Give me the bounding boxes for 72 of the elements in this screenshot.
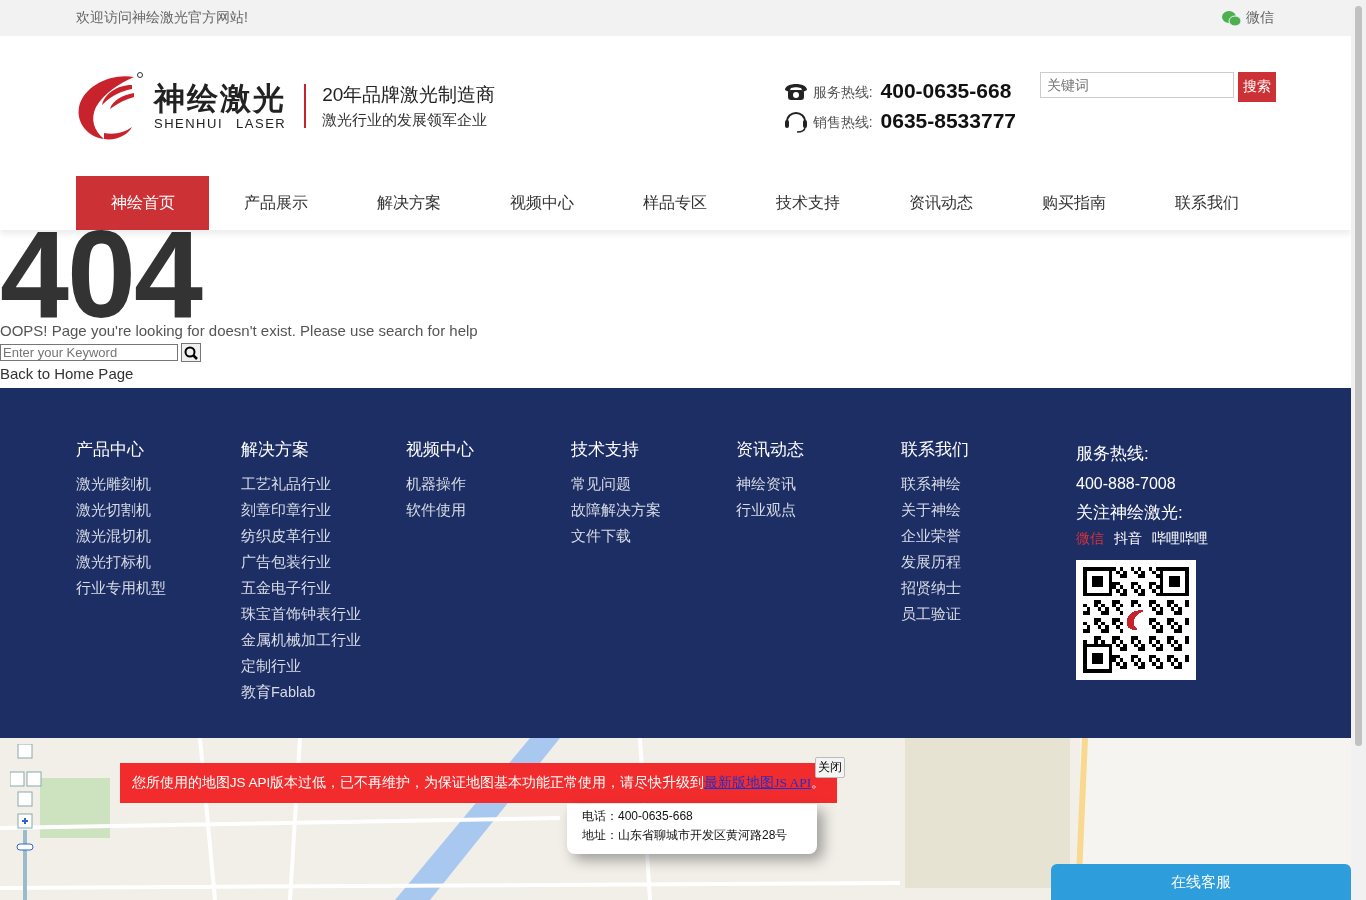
footer-link[interactable]: 招贤纳士: [901, 575, 961, 601]
close-button[interactable]: 关闭: [815, 757, 845, 778]
nav-tab[interactable]: 神绘首页: [76, 176, 209, 230]
footer-heading: 联系我们: [901, 439, 969, 461]
slogan-text: 20年品牌激光制造商: [322, 83, 496, 107]
nav-tab[interactable]: 技术支持: [741, 176, 874, 230]
footer-heading: 产品中心: [76, 439, 144, 461]
nav-tab[interactable]: 联系我们: [1140, 176, 1273, 230]
footer-link[interactable]: 发展历程: [901, 549, 961, 575]
keyword-field[interactable]: 关键词: [1040, 72, 1234, 98]
footer-link[interactable]: 行业观点: [736, 497, 796, 523]
footer-link[interactable]: 文件下载: [571, 523, 631, 549]
hotline-label: 服务热线:: [812, 84, 873, 102]
hotline-number: 0635-8533777: [880, 109, 1016, 133]
footer-link[interactable]: 五金电子行业: [241, 575, 331, 601]
zoom-control-icon[interactable]: [10, 744, 44, 900]
brand-name: 神绘激光: [154, 81, 287, 116]
footer-link[interactable]: 行业专用机型: [76, 575, 166, 601]
footer-heading: 解决方案: [241, 439, 309, 461]
footer-heading: 视频中心: [406, 439, 474, 461]
footer-link[interactable]: 激光雕刻机: [76, 471, 151, 497]
nav-tab[interactable]: 视频中心: [475, 176, 608, 230]
footer-link[interactable]: 神绘资讯: [736, 471, 796, 497]
hotline-number: 400-0635-668: [880, 79, 1012, 103]
error-message: OOPS! Page you're looking for doesn't exist. Please use search for help: [0, 322, 478, 339]
footer-link[interactable]: 机器操作: [406, 471, 466, 497]
info-phone: 电话：400-0635-668: [582, 808, 694, 825]
follow-heading: 关注神绘激光:: [1076, 502, 1183, 524]
wechat-link[interactable]: 微信: [1222, 9, 1274, 27]
footer-link[interactable]: 激光混切机: [76, 523, 151, 549]
keyword-field[interactable]: Enter your Keyword: [0, 344, 178, 361]
logo-icon: [76, 71, 144, 141]
footer-link[interactable]: 关于神绘: [901, 497, 961, 523]
footer-heading: 技术支持: [571, 439, 639, 461]
nav-tab[interactable]: 产品展示: [209, 176, 342, 230]
footer-link[interactable]: 工艺礼品行业: [241, 471, 331, 497]
footer-link[interactable]: 珠宝首饰钟表行业: [241, 601, 361, 627]
footer-link[interactable]: 联系神绘: [901, 471, 961, 497]
error-code: 404: [0, 230, 201, 318]
nav-tab[interactable]: 样品专区: [608, 176, 741, 230]
footer-link[interactable]: 软件使用: [406, 497, 466, 523]
brand-name-english: SHENHUI LASER: [154, 115, 287, 131]
wechat-icon: [1222, 9, 1242, 27]
footer-link[interactable]: 教育Fablab: [241, 679, 316, 705]
home-link[interactable]: Back to Home Page: [0, 365, 134, 382]
footer-link[interactable]: 员工验证: [901, 601, 961, 627]
search-button[interactable]: [181, 343, 201, 362]
footer-link[interactable]: 常见问题: [571, 471, 631, 497]
footer-link[interactable]: 激光切割机: [76, 497, 151, 523]
scrollbar-thumb[interactable]: [1355, 6, 1362, 746]
hotline-number: 400-888-7008: [1076, 475, 1176, 493]
info-address: 地址：山东省聊城市开发区黄河路28号: [582, 827, 789, 844]
nav-tab[interactable]: 资讯动态: [874, 176, 1007, 230]
hotline-label: 销售热线:: [812, 114, 873, 132]
social-tab[interactable]: 哔哩哔哩: [1152, 530, 1208, 548]
welcome-text: 欢迎访问神绘激光官方网站!: [76, 9, 248, 27]
footer-heading: 资讯动态: [736, 439, 804, 461]
footer-link[interactable]: 金属机械加工行业: [241, 627, 361, 653]
footer-link[interactable]: 激光打标机: [76, 549, 151, 575]
footer-link[interactable]: 广告包装行业: [241, 549, 331, 575]
search-icon: [184, 345, 198, 360]
hotline-heading: 服务热线:: [1076, 443, 1149, 465]
nav-tab[interactable]: 解决方案: [342, 176, 475, 230]
social-tab[interactable]: 抖音: [1114, 530, 1142, 548]
search-button[interactable]: 搜索: [1238, 72, 1276, 102]
footer-link[interactable]: 企业荣誉: [901, 523, 961, 549]
tagline-text: 激光行业的发展领军企业: [322, 111, 489, 130]
nav-tab[interactable]: 购买指南: [1007, 176, 1140, 230]
footer-link[interactable]: 定制行业: [241, 653, 301, 679]
footer-link[interactable]: 故障解决方案: [571, 497, 661, 523]
footer-link[interactable]: 刻章印章行业: [241, 497, 331, 523]
footer-link[interactable]: 纺织皮革行业: [241, 523, 331, 549]
